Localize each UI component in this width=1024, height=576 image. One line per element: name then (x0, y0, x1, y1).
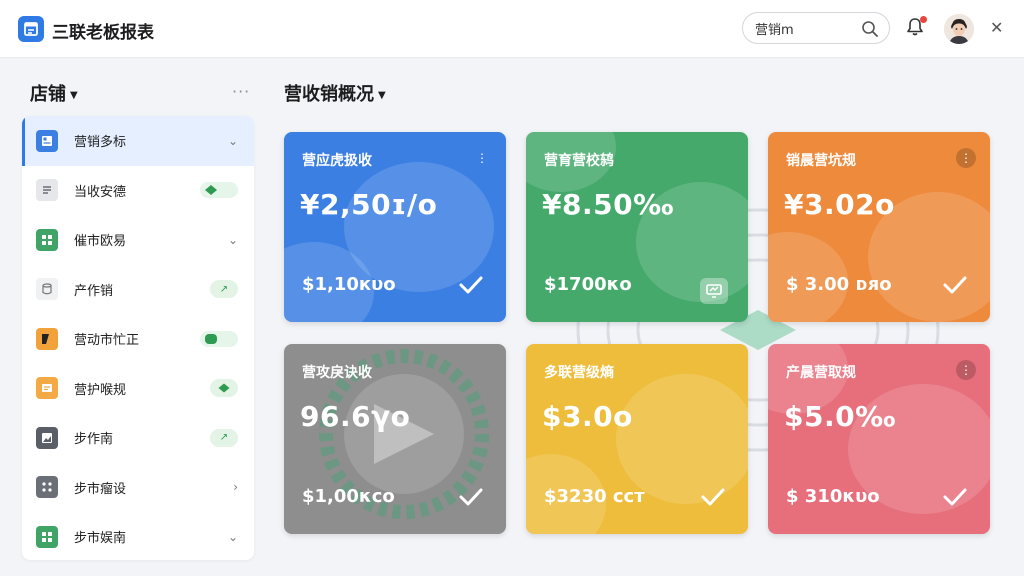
list-gray-icon (36, 179, 58, 202)
sidebar-item-label: 当收安德 (74, 184, 127, 200)
card-subvalue: $1,00κco (302, 486, 395, 507)
sidebar-item-label: 产作销 (74, 283, 114, 299)
check-icon[interactable] (940, 270, 970, 304)
search-box[interactable] (742, 12, 890, 44)
store-selector[interactable]: 店铺 ▼ (30, 80, 78, 106)
close-icon[interactable]: ✕ (990, 20, 1003, 36)
dots-gray-icon (36, 476, 58, 499)
store-title: 店铺 (30, 84, 66, 105)
card-title: 产晨营取规 (786, 365, 856, 381)
sidebar-item[interactable]: 步市娱南 ⌄ (22, 512, 254, 560)
sidebar-item[interactable]: 当收安德 (22, 166, 254, 216)
sidebar-item[interactable]: 步作南 ↗ (22, 413, 254, 463)
check-icon[interactable] (456, 482, 486, 516)
sidebar-item[interactable]: 营动市忙正 (22, 314, 254, 364)
metric-card[interactable]: 多联营级熵 $3.0o $3230 ᴄᴄт (526, 344, 748, 534)
sidebar-item-label: 步市娱南 (74, 531, 127, 547)
sidebar-item-label: 营护喉规 (74, 382, 127, 398)
sidebar: 营销多标 ⌄ 当收安德 催市欧易 ⌄ 产作销 ↗ 营动市忙正 营护喉规 步作南 … (22, 116, 254, 560)
sidebar-item[interactable]: 催市欧易 ⌄ (22, 215, 254, 265)
trend-badge[interactable]: ↗ (210, 428, 238, 447)
report-logo-icon (18, 16, 44, 42)
more-options-icon[interactable]: ··· (232, 82, 250, 101)
chevron-right-icon[interactable]: › (233, 480, 238, 494)
note-orange-icon (36, 377, 58, 400)
card-value: ¥2,50ɪ/o (300, 188, 438, 221)
card-title: 营育营校鸫 (544, 153, 614, 169)
card-value: $5.0‰ (784, 400, 896, 433)
sidebar-item[interactable]: 营护喉规 (22, 364, 254, 414)
card-title: 多联营级熵 (544, 365, 614, 381)
image-gray-icon (36, 426, 58, 449)
sidebar-item[interactable]: 营销多标 ⌄ (22, 116, 254, 166)
card-value: 96.6γo (300, 400, 411, 433)
metric-card[interactable]: 营应虎扱收 ⋮ ¥2,50ɪ/o $1,10кυo (284, 132, 506, 322)
folder-black-orange-icon (36, 327, 58, 350)
search-icon[interactable] (861, 20, 879, 42)
check-icon[interactable] (940, 482, 970, 516)
sidebar-item[interactable]: 步市瘤设 › (22, 463, 254, 513)
sidebar-item-label: 步市瘤设 (74, 481, 127, 497)
more-vertical-icon[interactable]: ⋮ (956, 360, 976, 380)
card-subvalue: $1700κo (544, 274, 632, 295)
cylinder-icon (36, 278, 58, 301)
chart-chip-icon[interactable] (700, 278, 728, 304)
sidebar-item[interactable]: 产作销 ↗ (22, 265, 254, 315)
sidebar-item-label: 步作南 (74, 432, 114, 448)
more-vertical-icon[interactable]: ⋮ (956, 148, 976, 168)
card-subvalue: $ 310κυo (786, 486, 880, 507)
app-title: 三联老板报表 (52, 23, 154, 43)
more-vertical-icon[interactable]: ⋮ (472, 148, 492, 168)
card-value: ¥8.50‰ (542, 188, 674, 221)
card-value: ¥3.02o (784, 188, 895, 221)
notification-bell-icon[interactable] (904, 16, 928, 40)
section-title: 营收销概况 (284, 84, 374, 105)
section-selector[interactable]: 营收销概况 ▼ (284, 80, 386, 106)
sidebar-item-label: 营动市忙正 (74, 333, 140, 349)
sidebar-item-label: 催市欧易 (74, 234, 127, 250)
metric-card[interactable]: 产晨营取规 ⋮ $5.0‰ $ 310κυo (768, 344, 990, 534)
document-blue-icon (36, 129, 58, 152)
notification-dot (920, 16, 927, 23)
sidebar-item-label: 营销多标 (74, 135, 127, 151)
caret-down-icon: ▼ (70, 89, 78, 101)
grid-green-icon (36, 525, 58, 548)
trend-badge[interactable]: ↗ (210, 280, 238, 299)
card-subvalue: $3230 ᴄᴄт (544, 486, 645, 507)
metric-card[interactable]: 营攻戾诀收 96.6γo $1,00κco (284, 344, 506, 534)
card-subvalue: $1,10кυo (302, 274, 396, 295)
top-bar: 三联老板报表 ✕ (0, 0, 1024, 58)
caret-down-icon: ▼ (378, 89, 386, 101)
card-title: 销晨营坑规 (786, 153, 856, 169)
check-icon[interactable] (456, 270, 486, 304)
metric-card[interactable]: 营育营校鸫 ¥8.50‰ $1700κo (526, 132, 748, 322)
search-input[interactable] (755, 20, 855, 36)
toggle-switch[interactable] (200, 182, 238, 199)
card-subvalue: $ 3.00 ᴅᴙo (786, 274, 892, 295)
status-badge[interactable] (210, 379, 238, 398)
check-icon[interactable] (698, 482, 728, 516)
card-value: $3.0o (542, 400, 633, 433)
user-avatar[interactable] (944, 14, 974, 44)
card-title: 营攻戾诀收 (302, 365, 372, 381)
chevron-down-icon[interactable]: ⌄ (228, 233, 238, 247)
metric-card[interactable]: 销晨营坑规 ⋮ ¥3.02o $ 3.00 ᴅᴙo (768, 132, 990, 322)
grid-green-icon (36, 228, 58, 251)
card-title: 营应虎扱收 (302, 153, 372, 169)
toggle-switch[interactable] (200, 330, 238, 347)
chevron-down-icon[interactable]: ⌄ (228, 134, 238, 148)
chevron-down-icon[interactable]: ⌄ (228, 530, 238, 544)
